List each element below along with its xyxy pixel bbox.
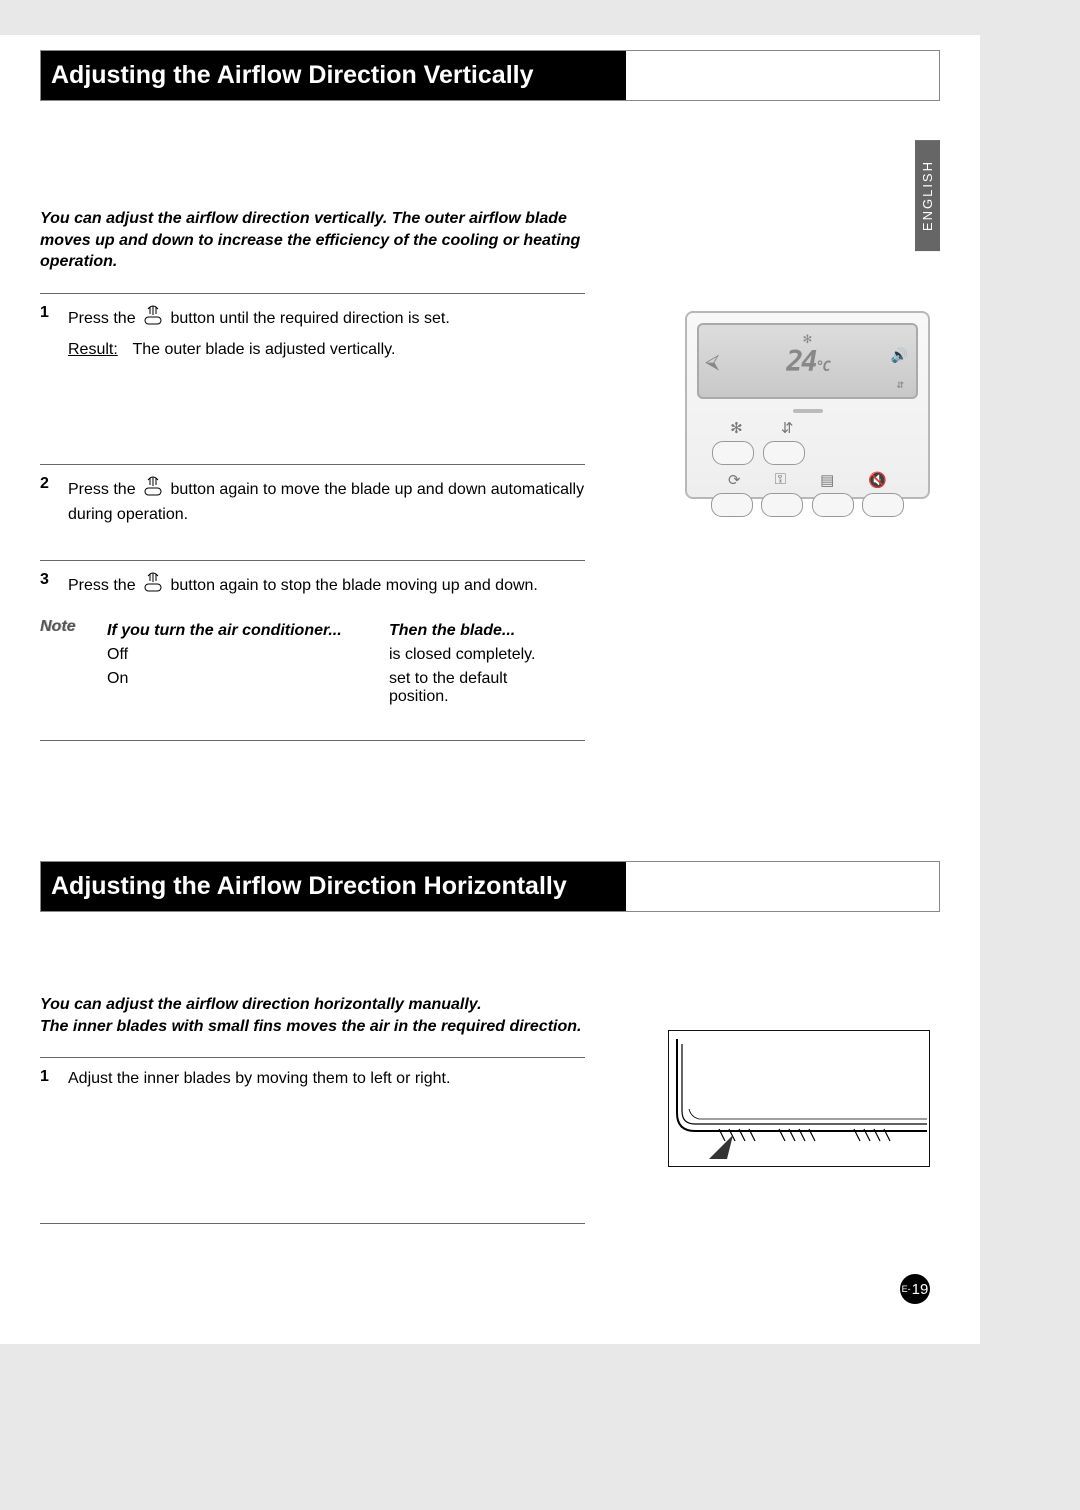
step-text-post: button again to stop the blade moving up… [170,577,537,594]
note-label: Note [40,618,105,710]
sound-icon: 🔊 [891,348,908,364]
note-cell: is closed completely. [389,644,583,666]
step-text: Adjust the inner blades by moving them t… [68,1068,585,1213]
remote-button [761,493,803,517]
section1-intro: You can adjust the airflow direction ver… [40,208,620,273]
swing-button-icon [142,475,164,504]
remote-button [711,493,753,517]
snowflake-icon: ✻ [803,331,811,347]
section2-intro: You can adjust the airflow direction hor… [40,994,620,1037]
remote-button [812,493,854,517]
step: 1 Adjust the inner blades by moving them… [40,1057,585,1224]
step-number: 2 [40,475,68,550]
result-label: Result: [68,339,128,361]
manual-page: ENGLISH Adjusting the Airflow Direction … [0,35,980,1344]
remote-indicator [793,409,823,413]
step-text-post: button until the required direction is s… [170,310,449,327]
remote-display: ✻ ⮘ 24°C 🔊 ⇵ [697,323,918,399]
remote-icons-row: ✻ ⇵ x x [711,419,904,437]
section2-header: Adjusting the Airflow Direction Horizont… [40,861,940,912]
note-block: Note If you turn the air conditioner... … [40,610,585,741]
arrow-left-icon: ⮘ [705,349,719,373]
swing-icon: ⇵ [897,377,904,391]
step-number: 1 [40,1068,68,1213]
note-header-right: Then the blade... [389,620,583,642]
note-cell: Off [107,644,387,666]
display-temperature: 24°C [786,345,829,378]
step: 1 Press the button until the required di… [40,293,585,464]
swing-button-icon [142,571,164,600]
sound-icon: 🔇 [868,471,887,489]
step-text-pre: Press the [68,481,140,498]
section1-title: Adjusting the Airflow Direction Vertical… [41,51,626,100]
remote-button [862,493,904,517]
step: 2 Press the button again to move the bla… [40,464,585,560]
page-number: 19 [912,1281,929,1298]
step: 3 Press the button again to stop the bla… [40,560,585,610]
note-cell: On [107,668,387,708]
note-table: If you turn the air conditioner... Then … [105,618,585,710]
remote-control-diagram: ✻ ⮘ 24°C 🔊 ⇵ ✻ ⇵ x x ⟳ ⚿ ▤ 🔇 [685,311,930,499]
step-text-pre: Press the [68,310,140,327]
page-number-badge: E-19 [900,1274,930,1304]
section2-steps: 1 Adjust the inner blades by moving them… [40,1057,585,1224]
note-header-left: If you turn the air conditioner... [107,620,387,642]
step-number: 1 [40,304,68,454]
remote-button [763,441,805,465]
language-tab: ENGLISH [915,140,940,251]
step-text-pre: Press the [68,577,140,594]
remote-icons-row-2: ⟳ ⚿ ▤ 🔇 [711,471,904,489]
indoor-unit-diagram [668,1030,930,1167]
result-text: The outer blade is adjusted vertically. [132,339,552,361]
remote-button [712,441,754,465]
step-number: 3 [40,571,68,600]
section1-header: Adjusting the Airflow Direction Vertical… [40,50,940,101]
note-cell: set to the default position. [389,668,583,708]
swing-icon: ⇵ [781,419,794,437]
page-prefix: E- [902,1284,911,1294]
snowflake-mode-icon: ✻ [730,419,743,437]
list-icon: ▤ [820,471,834,489]
swing-button-icon [142,304,164,333]
timer-icon: ⟳ [728,471,741,489]
section2-title: Adjusting the Airflow Direction Horizont… [41,862,626,911]
section1-steps: 1 Press the button until the required di… [40,293,585,741]
key-icon: ⚿ [775,471,786,489]
